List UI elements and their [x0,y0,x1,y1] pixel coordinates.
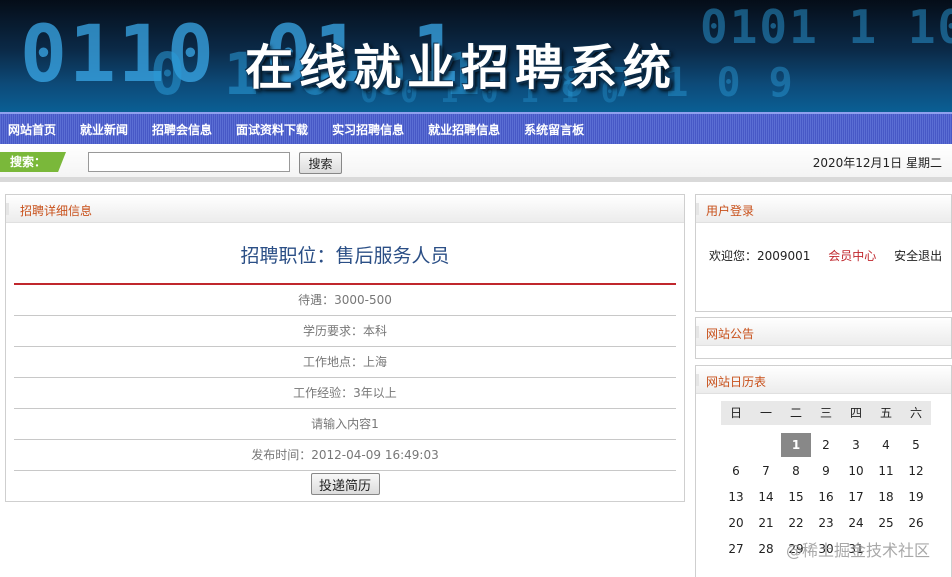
calendar-day[interactable]: 9 [811,459,841,483]
current-date: 2020年12月1日 星期二 [812,156,942,170]
calendar-day[interactable]: 23 [811,511,841,535]
calendar-day[interactable]: 27 [721,537,751,561]
search-bar: 搜索： 搜索 2020年12月1日 星期二 [0,144,952,182]
calendar-day[interactable]: 22 [781,511,811,535]
panel-header: 招聘详细信息 [6,195,684,223]
calendar-empty-cell [721,433,751,457]
search-label: 搜索： [0,152,66,172]
calendar-day[interactable]: 1 [781,433,811,457]
nav-item-guestbook[interactable]: 系统留言板 [524,121,584,138]
weekday-label: 五 [871,401,901,425]
panel-header: 网站日历表 [696,366,951,394]
calendar-day[interactable]: 2 [811,433,841,457]
calendar-week-row: 6 7 8 9 10 11 12 [721,459,931,485]
welcome-text: 欢迎您：2009001 [709,249,811,263]
weekday-label: 日 [721,401,751,425]
job-publish-time: 发布时间：2012-04-09 16:49:03 [14,440,676,471]
calendar-day[interactable]: 18 [871,485,901,509]
calendar-day[interactable]: 19 [901,485,931,509]
nav-item-job-listings[interactable]: 就业招聘信息 [428,121,500,138]
weekday-label: 六 [901,401,931,425]
job-experience: 工作经验：3年以上 [14,378,676,409]
main-nav: 网站首页 就业新闻 招聘会信息 面试资料下载 实习招聘信息 就业招聘信息 系统留… [0,112,952,144]
site-notice-panel: 网站公告 [695,317,952,359]
calendar-day[interactable]: 15 [781,485,811,509]
login-status: 欢迎您：2009001 会员中心 安全退出 [709,247,942,264]
apply-wrapper: 投递简历 [6,471,684,495]
panel-title: 网站公告 [706,327,755,341]
watermark: @稀土掘金技术社区 [786,541,931,560]
site-banner: 0110 01 1 0 1 0 0 1 0101 1 10 8 7 1 0 9 … [0,0,952,112]
calendar-day[interactable]: 16 [811,485,841,509]
panel-title: 网站日历表 [706,375,767,389]
calendar-weekday-row: 日 一 二 三 四 五 六 [721,401,931,427]
member-center-link[interactable]: 会员中心 [828,249,876,263]
calendar-day[interactable]: 12 [901,459,931,483]
calendar-day[interactable]: 7 [751,459,781,483]
calendar-day[interactable]: 5 [901,433,931,457]
job-education: 学历要求：本科 [14,316,676,347]
weekday-label: 二 [781,401,811,425]
nav-item-interview-downloads[interactable]: 面试资料下载 [236,121,308,138]
nav-item-home[interactable]: 网站首页 [8,121,56,138]
calendar-empty-cell [751,433,781,457]
calendar-day[interactable]: 20 [721,511,751,535]
nav-item-news[interactable]: 就业新闻 [80,121,128,138]
calendar-day[interactable]: 26 [901,511,931,535]
calendar-day[interactable]: 10 [841,459,871,483]
job-salary: 待遇：3000-500 [14,285,676,316]
panel-header: 用户登录 [696,195,951,223]
calendar-day[interactable]: 6 [721,459,751,483]
site-title: 在线就业招聘系统 [245,40,678,96]
calendar-day[interactable]: 25 [871,511,901,535]
calendar-day[interactable]: 17 [841,485,871,509]
calendar-day[interactable]: 24 [841,511,871,535]
calendar-day[interactable]: 28 [751,537,781,561]
panel-title: 招聘详细信息 [20,204,93,218]
calendar-day[interactable]: 4 [871,433,901,457]
calendar-day[interactable]: 14 [751,485,781,509]
weekday-label: 三 [811,401,841,425]
banner-digits-decoration: 0101 1 10 [700,0,952,54]
nav-item-internships[interactable]: 实习招聘信息 [332,121,404,138]
calendar-day[interactable]: 3 [841,433,871,457]
calendar-week-row: 13 14 15 16 17 18 19 [721,485,931,511]
calendar-day[interactable]: 11 [871,459,901,483]
calendar-day[interactable]: 8 [781,459,811,483]
job-description: 请输入内容1 [14,409,676,440]
submit-resume-button[interactable]: 投递简历 [310,473,380,495]
weekday-label: 一 [751,401,781,425]
calendar-day[interactable]: 21 [751,511,781,535]
job-info-list: 待遇：3000-500 学历要求：本科 工作地点：上海 工作经验：3年以上 请输… [14,285,676,471]
weekday-label: 四 [841,401,871,425]
search-button[interactable]: 搜索 [299,152,342,174]
job-location: 工作地点：上海 [14,347,676,378]
job-title: 招聘职位：售后服务人员 [240,245,450,267]
nav-item-job-fair[interactable]: 招聘会信息 [152,121,212,138]
calendar-week-row: 12345 [721,433,931,459]
panel-header: 网站公告 [696,318,951,346]
panel-title: 用户登录 [706,204,755,218]
calendar-day[interactable]: 13 [721,485,751,509]
search-input[interactable] [88,152,290,172]
user-login-panel: 用户登录 欢迎您：2009001 会员中心 安全退出 [695,194,952,312]
logout-link[interactable]: 安全退出 [894,249,942,263]
calendar-week-row: 20 21 22 23 24 25 26 [721,511,931,537]
job-detail-panel: 招聘详细信息 招聘职位：售后服务人员 待遇：3000-500 学历要求：本科 工… [5,194,685,502]
